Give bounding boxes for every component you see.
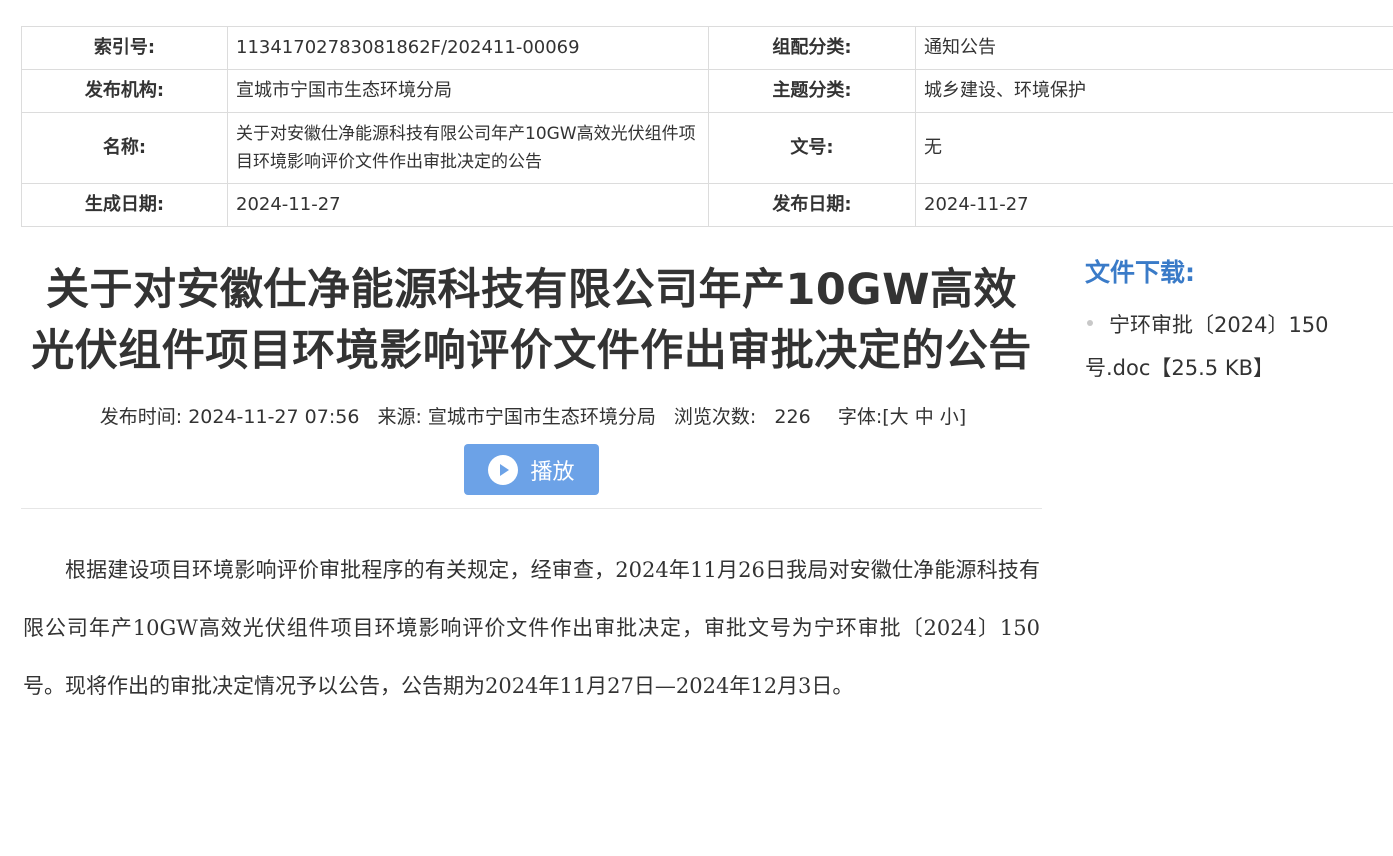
- meta-row: 名称: 关于对安徽仕净能源科技有限公司年产10GW高效光伏组件项目环境影响评价文…: [21, 112, 1393, 184]
- published-date-value: 2024-11-27: [915, 183, 1393, 227]
- publisher-label: 发布机构:: [21, 69, 228, 113]
- play-circle-icon: [488, 454, 519, 485]
- view-count-label: 浏览次数:: [673, 406, 757, 428]
- play-label: 播放: [530, 459, 575, 485]
- download-file-link[interactable]: 宁环审批〔2024〕150号.doc【25.5 KB】: [1085, 313, 1329, 380]
- name-label: 名称:: [21, 112, 228, 184]
- name-value: 关于对安徽仕净能源科技有限公司年产10GW高效光伏组件项目环境影响评价文件作出审…: [227, 112, 709, 184]
- play-wrap: 播放: [21, 444, 1042, 495]
- publish-time-label: 发布时间:: [99, 406, 183, 428]
- created-date-label: 生成日期:: [21, 183, 228, 227]
- source-value: 宣城市宁国市生态环境分局: [427, 406, 656, 428]
- source: 来源: 宣城市宁国市生态环境分局: [374, 406, 658, 428]
- article-info-bar: 发布时间: 2024-11-27 07:56 来源: 宣城市宁国市生态环境分局 浏览…: [21, 402, 1042, 429]
- play-audio-button[interactable]: 播放: [464, 444, 599, 495]
- font-size-open-bracket: [: [882, 406, 890, 428]
- category-value: 通知公告: [915, 26, 1393, 70]
- divider: [21, 508, 1042, 509]
- created-date-value: 2024-11-27: [227, 183, 709, 227]
- download-file-size: 【25.5 KB】: [1150, 356, 1275, 380]
- meta-row: 发布机构: 宣城市宁国市生态环境分局 主题分类: 城乡建设、环境保护: [21, 69, 1393, 113]
- bullet-dot-icon: [1087, 320, 1093, 326]
- font-size-small[interactable]: 小: [940, 406, 959, 428]
- download-title: 文件下载:: [1085, 258, 1195, 287]
- font-size-label: 字体:: [837, 406, 883, 428]
- meta-row: 索引号: 11341702783081862F/202411-00069 组配分…: [21, 26, 1393, 70]
- doc-no-value: 无: [915, 112, 1393, 184]
- article: 关于对安徽仕净能源科技有限公司年产10GW高效光伏组件项目环境影响评价文件作出审…: [21, 250, 1042, 715]
- source-label: 来源:: [377, 406, 422, 428]
- publish-time-value: 2024-11-27 07:56: [188, 406, 360, 428]
- publisher-value: 宣城市宁国市生态环境分局: [227, 69, 709, 113]
- subject-value: 城乡建设、环境保护: [915, 69, 1393, 113]
- category-label: 组配分类:: [708, 26, 916, 70]
- subject-label: 主题分类:: [708, 69, 916, 113]
- view-count: 浏览次数: 226: [671, 406, 814, 428]
- view-count-value: 226: [774, 406, 811, 428]
- download-panel: 文件下载: 宁环审批〔2024〕150号.doc【25.5 KB】: [1085, 255, 1375, 390]
- font-size-medium[interactable]: 中: [915, 406, 934, 428]
- index-no-value: 11341702783081862F/202411-00069: [227, 26, 709, 70]
- font-size-control: 字体:[大 中 小]: [838, 406, 966, 428]
- font-size-close-bracket: ]: [958, 406, 967, 428]
- publish-time: 发布时间: 2024-11-27 07:56: [97, 406, 363, 428]
- document-meta-table: 索引号: 11341702783081862F/202411-00069 组配分…: [21, 26, 1393, 227]
- doc-no-label: 文号:: [708, 112, 916, 184]
- article-title: 关于对安徽仕净能源科技有限公司年产10GW高效光伏组件项目环境影响评价文件作出审…: [31, 265, 1032, 376]
- published-date-label: 发布日期:: [708, 183, 916, 227]
- article-body: 根据建设项目环境影响评价审批程序的有关规定，经审查，2024年11月26日我局对…: [23, 558, 1040, 698]
- download-item: 宁环审批〔2024〕150号.doc【25.5 KB】: [1085, 304, 1375, 390]
- font-size-large[interactable]: 大: [890, 406, 909, 428]
- meta-row: 生成日期: 2024-11-27 发布日期: 2024-11-27: [21, 183, 1393, 227]
- index-no-label: 索引号:: [21, 26, 228, 70]
